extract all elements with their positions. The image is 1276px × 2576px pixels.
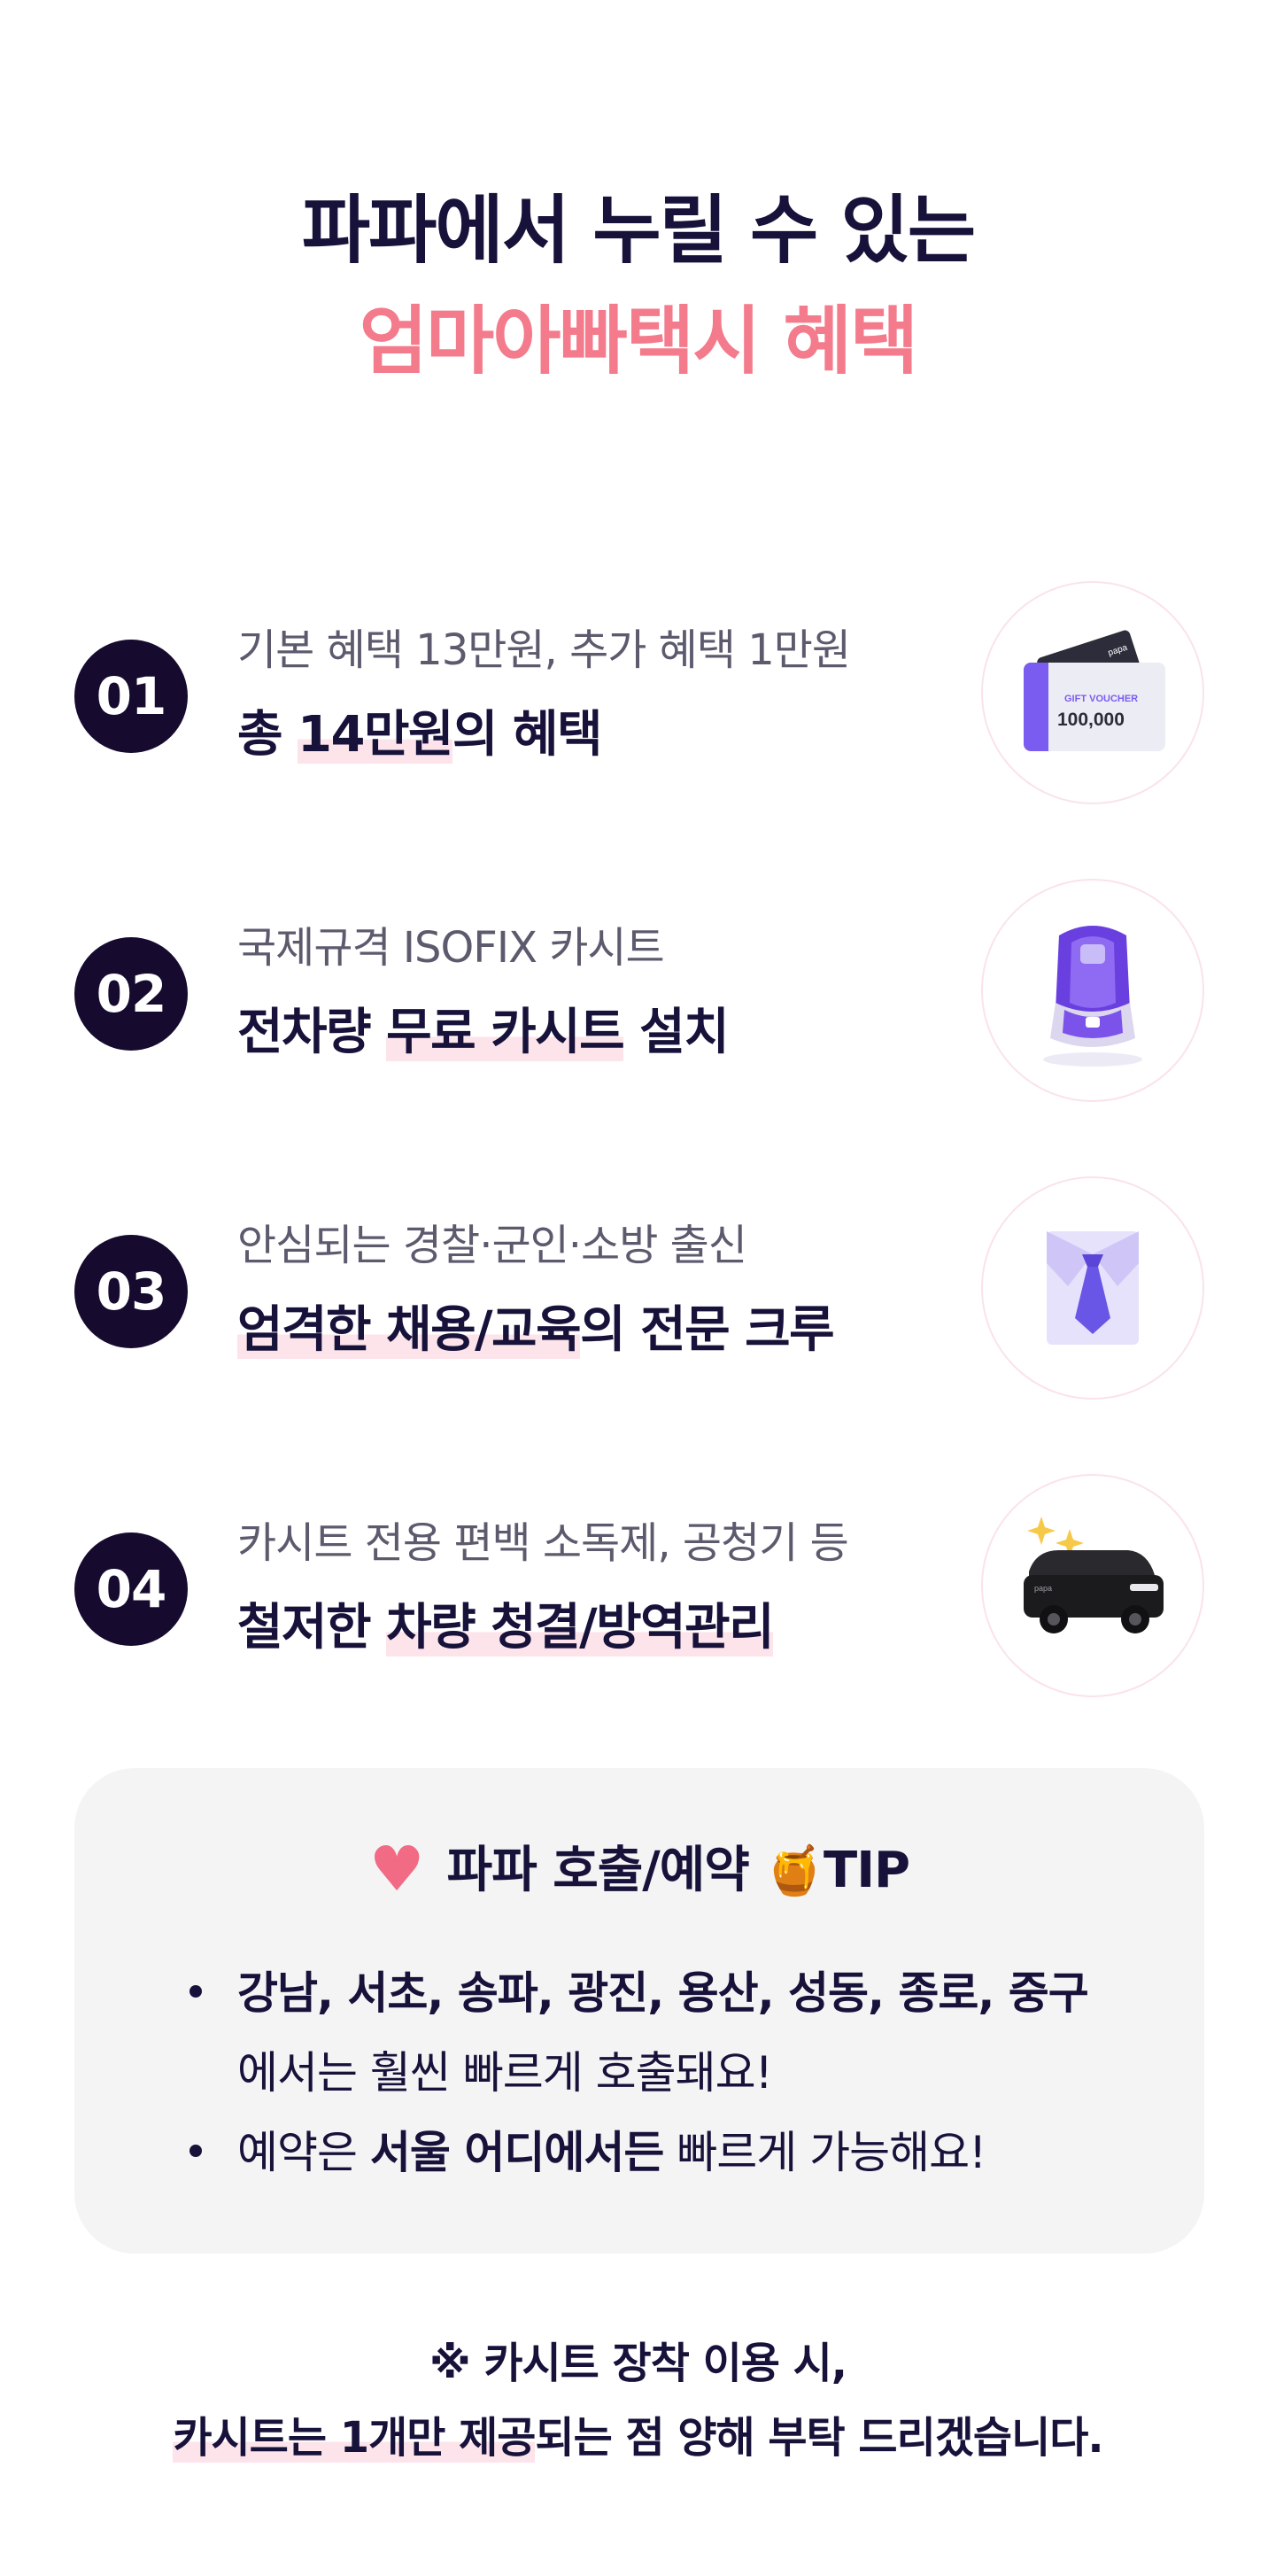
clean-car-icon: papa: [1024, 1517, 1164, 1633]
honey-pot-icon: 🍯: [764, 1843, 824, 1898]
benefit-subtitle: 국제규격 ISOFIX 카시트: [237, 923, 665, 973]
benefit-subtitle: 안심되는 경찰·군인·소방 출신: [237, 1221, 747, 1270]
car-seat-icon: [1043, 926, 1142, 1067]
benefit-item-01: 01 기본 혜택 13만원, 추가 혜택 1만원 총 14만원의 혜택 papa…: [0, 581, 1276, 811]
benefit-number: 01: [74, 640, 188, 753]
benefit-title: 철저한 차량 청결/방역관리: [237, 1599, 775, 1657]
svg-text:papa: papa: [1034, 1584, 1052, 1593]
heart-icon: ♥: [368, 1833, 425, 1905]
car-seat-thumbnail: [981, 879, 1204, 1102]
bullet-dot: [189, 1985, 202, 1998]
benefit-subtitle: 기본 혜택 13만원, 추가 혜택 1만원: [237, 625, 851, 675]
gift-voucher-icon: papa GIFT VOUCHER 100,000: [1024, 630, 1165, 751]
bullet-dot: [189, 2145, 202, 2157]
notice-line-2: 카시트는 1개만 제공되는 점 양해 부탁 드리겠습니다.: [173, 2413, 1104, 2463]
benefit-number: 03: [74, 1235, 188, 1348]
shirt-tie-thumbnail: [981, 1176, 1204, 1400]
notice-line-1: ※ 카시트 장착 이용 시,: [429, 2339, 847, 2388]
svg-text:100,000: 100,000: [1057, 710, 1125, 730]
benefit-title: 전차량 무료 카시트 설치: [237, 1004, 730, 1061]
benefit-title: 엄격한 채용/교육의 전문 크루: [237, 1301, 835, 1359]
tip-box: ♥ 파파 호출/예약 🍯TIP 강남, 서초, 송파, 광진, 용산, 성동, 종로…: [74, 1768, 1204, 2254]
gift-voucher-thumbnail: papa GIFT VOUCHER 100,000: [981, 581, 1204, 804]
benefit-subtitle: 카시트 전용 편백 소독제, 공청기 등: [237, 1518, 849, 1568]
benefit-number: 02: [74, 937, 188, 1051]
svg-text:GIFT VOUCHER: GIFT VOUCHER: [1064, 694, 1138, 704]
benefit-item-04: 04 카시트 전용 편백 소독제, 공청기 등 철저한 차량 청결/방역관리 p…: [0, 1474, 1276, 1704]
tip-item-1-continued: 에서는 훨씬 빠르게 호출돼요!: [237, 2047, 773, 2099]
headline-line-1: 파파에서 누릴 수 있는: [301, 187, 976, 274]
tip-item-1: 강남, 서초, 송파, 광진, 용산, 성동, 종로, 중구: [237, 1967, 1089, 2019]
shirt-tie-icon: [1047, 1231, 1139, 1345]
tip-item-2: 예약은 서울 어디에서든 빠르게 가능해요!: [237, 2127, 986, 2178]
benefit-item-02: 02 국제규격 ISOFIX 카시트 전차량 무료 카시트 설치: [0, 879, 1276, 1109]
tip-title: ♥ 파파 호출/예약 🍯TIP: [368, 1833, 910, 1905]
clean-car-thumbnail: papa: [981, 1474, 1204, 1697]
benefit-number: 04: [74, 1532, 188, 1646]
benefit-item-03: 03 안심되는 경찰·군인·소방 출신 엄격한 채용/교육의 전문 크루: [0, 1176, 1276, 1407]
benefit-title: 총 14만원의 혜택: [237, 706, 603, 764]
headline-line-2: 엄마아빠택시 혜택: [359, 298, 919, 384]
